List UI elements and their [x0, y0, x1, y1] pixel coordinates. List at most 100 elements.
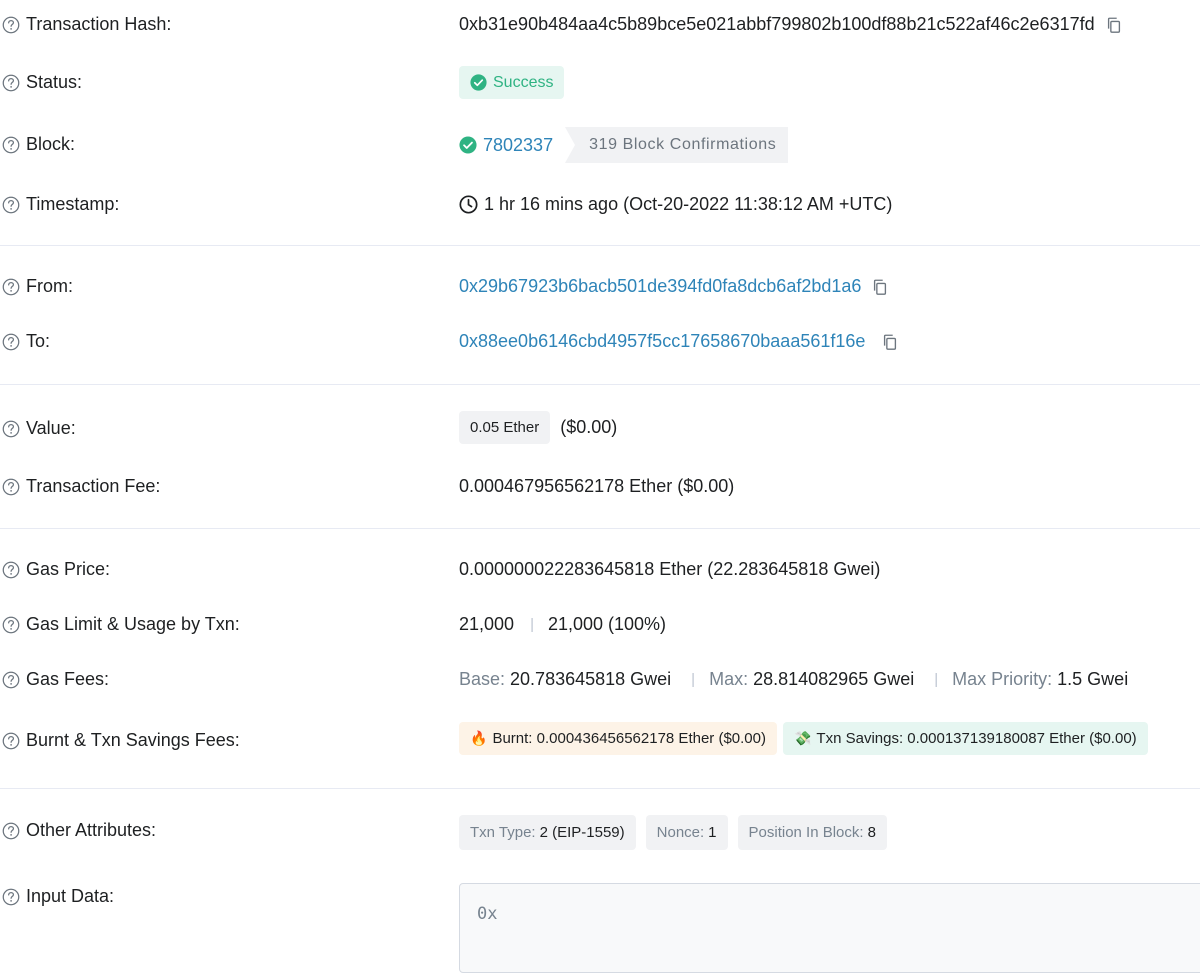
separator: |	[691, 671, 696, 688]
attr-position-in-block: Position In Block: 8	[737, 815, 887, 850]
label-status: Status:	[26, 72, 83, 92]
label-input-data: Input Data:	[26, 886, 115, 906]
field-label: To:	[2, 331, 50, 352]
clock-icon	[459, 195, 478, 214]
timestamp-value: 1 hr 16 mins ago (Oct-20-2022 11:38:12 A…	[484, 194, 893, 214]
field-label: Input Data:	[2, 886, 114, 907]
field-label: Timestamp:	[2, 194, 119, 215]
separator: |	[934, 671, 939, 688]
status-text: Success	[493, 73, 554, 91]
field-label: Value:	[2, 418, 76, 439]
label-gas-price: Gas Price:	[26, 559, 111, 579]
label-transaction-fee: Transaction Fee:	[26, 476, 161, 496]
base-fee-label: Base:	[459, 669, 506, 689]
label-burnt-savings: Burnt & Txn Savings Fees:	[26, 730, 240, 750]
label-block: Block:	[26, 134, 76, 154]
row-gas-limit-usage: Gas Limit & Usage by Txn: 21,000 | 21,00…	[0, 612, 1200, 640]
row-block: Block: 7802337 319 Block Confirmations	[0, 126, 1200, 164]
value-container: Success	[459, 66, 565, 99]
max-priority-label: Max Priority:	[952, 669, 1053, 689]
input-data-textarea[interactable]: 0x	[459, 883, 1200, 973]
question-circle-icon[interactable]	[2, 333, 20, 351]
value-usd: ($0.00)	[560, 417, 618, 437]
label-timestamp: Timestamp:	[26, 194, 120, 214]
value-amount-badge: 0.05 Ether	[459, 411, 551, 444]
block-confirmations-badge: 319 Block Confirmations	[565, 127, 789, 163]
question-circle-icon[interactable]	[2, 278, 20, 296]
block-number-link[interactable]: 7802337	[483, 135, 553, 156]
copy-icon[interactable]	[1105, 16, 1123, 34]
to-address-link[interactable]: 0x88ee0b6146cbd4957f5cc17658670baaa561f1…	[459, 331, 865, 352]
question-circle-icon[interactable]	[2, 616, 20, 634]
row-transaction-hash: Transaction Hash: 0xb31e90b484aa4c5b89bc…	[0, 12, 1200, 40]
transaction-fee-value: 0.000467956562178 Ether ($0.00)	[459, 476, 735, 496]
question-circle-icon[interactable]	[2, 822, 20, 840]
section-divider	[0, 384, 1200, 385]
section-divider	[0, 788, 1200, 789]
label-gas-fees: Gas Fees:	[26, 669, 110, 689]
row-gas-fees: Gas Fees: Base: 20.783645818 Gwei | Max:…	[0, 667, 1200, 695]
txn-savings-text: Txn Savings: 0.000137139180087 Ether ($0…	[816, 730, 1137, 747]
field-label: Gas Price:	[2, 559, 110, 580]
value-container: Base: 20.783645818 Gwei | Max: 28.814082…	[459, 669, 1128, 690]
attr-txn-type: Txn Type: 2 (EIP-1559)	[459, 815, 636, 850]
transaction-hash-value: 0xb31e90b484aa4c5b89bce5e021abbf799802b1…	[459, 14, 1095, 34]
question-circle-icon[interactable]	[2, 671, 20, 689]
value-container: 21,000 | 21,000 (100%)	[459, 614, 666, 635]
question-circle-icon[interactable]	[2, 478, 20, 496]
value-container: 7802337 319 Block Confirmations	[459, 127, 789, 163]
burnt-fee-badge: 🔥 Burnt: 0.000436456562178 Ether ($0.00)	[459, 722, 777, 755]
value-container: 0.05 Ether ($0.00)	[459, 411, 617, 444]
copy-icon[interactable]	[871, 278, 889, 296]
input-data-value: 0x	[477, 904, 498, 924]
label-value: Value:	[26, 418, 76, 438]
row-gas-price: Gas Price: 0.000000022283645818 Ether (2…	[0, 557, 1200, 585]
field-label: Gas Fees:	[2, 669, 109, 690]
row-burnt-savings: Burnt & Txn Savings Fees: 🔥 Burnt: 0.000…	[0, 722, 1200, 756]
gas-limit-value: 21,000	[459, 614, 515, 634]
gas-price-value: 0.000000022283645818 Ether (22.283645818…	[459, 559, 881, 579]
row-from: From: 0x29b67923b6bacb501de394fd0fa8dcb6…	[0, 274, 1200, 302]
attr-key: Nonce:	[656, 824, 705, 841]
value-container: 1 hr 16 mins ago (Oct-20-2022 11:38:12 A…	[459, 194, 892, 215]
row-transaction-fee: Transaction Fee: 0.000467956562178 Ether…	[0, 474, 1200, 502]
question-circle-icon[interactable]	[2, 732, 20, 750]
txn-savings-badge: 💸 Txn Savings: 0.000137139180087 Ether (…	[782, 722, 1148, 755]
question-circle-icon[interactable]	[2, 561, 20, 579]
label-other-attributes: Other Attributes:	[26, 820, 157, 840]
label-gas-limit-usage: Gas Limit & Usage by Txn:	[26, 614, 240, 634]
label-to: To:	[26, 331, 51, 351]
question-circle-icon[interactable]	[2, 136, 20, 154]
money-wings-icon: 💸	[793, 730, 812, 746]
value-container: 0xb31e90b484aa4c5b89bce5e021abbf799802b1…	[459, 14, 1123, 35]
field-label: Transaction Hash:	[2, 14, 171, 35]
value-container: 🔥 Burnt: 0.000436456562178 Ether ($0.00)…	[459, 722, 1148, 755]
from-address-link[interactable]: 0x29b67923b6bacb501de394fd0fa8dcb6af2bd1…	[459, 276, 861, 297]
value-container: 0.000467956562178 Ether ($0.00)	[459, 476, 734, 497]
question-circle-icon[interactable]	[2, 196, 20, 214]
question-circle-icon[interactable]	[2, 888, 20, 906]
check-circle-icon	[470, 74, 487, 91]
field-label: Other Attributes:	[2, 820, 156, 841]
gas-usage-value: 21,000 (100%)	[547, 614, 667, 634]
attr-key: Position In Block:	[748, 824, 864, 841]
label-from: From:	[26, 276, 73, 296]
attr-value: 2 (EIP-1559)	[539, 824, 625, 841]
copy-icon[interactable]	[881, 333, 899, 351]
row-value: Value: 0.05 Ether ($0.00)	[0, 411, 1200, 445]
check-circle-icon	[459, 136, 477, 154]
row-timestamp: Timestamp: 1 hr 16 mins ago (Oct-20-2022…	[0, 192, 1200, 220]
status-badge: Success	[459, 66, 565, 99]
label-transaction-hash: Transaction Hash:	[26, 14, 172, 34]
question-circle-icon[interactable]	[2, 420, 20, 438]
row-status: Status: Success	[0, 66, 1200, 100]
max-fee-label: Max:	[709, 669, 749, 689]
field-label: Transaction Fee:	[2, 476, 160, 497]
value-container: Txn Type: 2 (EIP-1559) Nonce: 1 Position…	[459, 815, 897, 850]
field-label: Burnt & Txn Savings Fees:	[2, 730, 240, 751]
value-container: 0.000000022283645818 Ether (22.283645818…	[459, 559, 880, 580]
value-container: 0x29b67923b6bacb501de394fd0fa8dcb6af2bd1…	[459, 276, 889, 297]
question-circle-icon[interactable]	[2, 16, 20, 34]
question-circle-icon[interactable]	[2, 74, 20, 92]
field-label: Status:	[2, 72, 82, 93]
